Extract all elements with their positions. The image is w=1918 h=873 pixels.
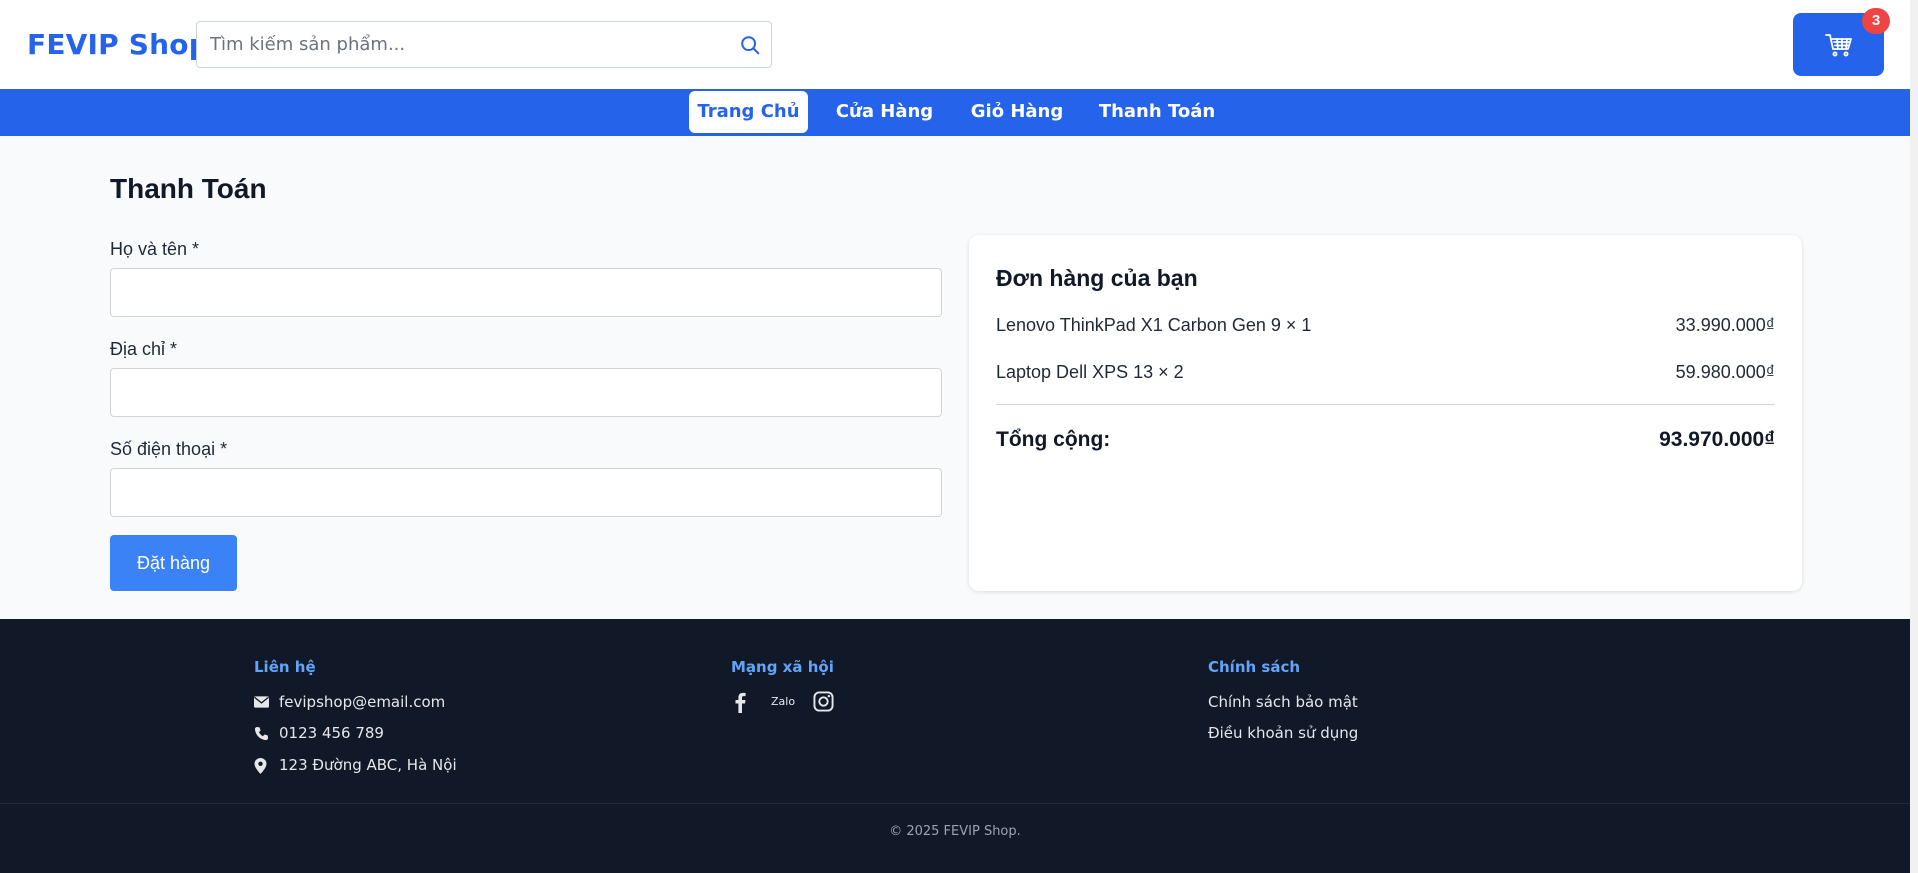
- main-nav: Trang Chủ Cửa Hàng Giỏ Hàng Thanh Toán: [0, 89, 1910, 136]
- search-input[interactable]: [197, 22, 717, 67]
- phone-input[interactable]: [110, 468, 942, 517]
- footer-policy-heading: Chính sách: [1208, 658, 1301, 676]
- order-item-name: Lenovo ThinkPad X1 Carbon Gen 9 × 1: [996, 315, 1312, 335]
- summary-divider: [996, 404, 1775, 405]
- zalo-icon[interactable]: Zalo: [771, 695, 795, 708]
- fullname-label: Họ và tên *: [110, 239, 200, 259]
- instagram-icon[interactable]: [813, 691, 834, 712]
- cart-icon: [1825, 34, 1852, 57]
- site-header: FEVIP Shop 3: [0, 0, 1910, 89]
- place-order-button[interactable]: Đặt hàng: [110, 535, 237, 591]
- nav-item-home[interactable]: Trang Chủ: [689, 91, 808, 133]
- brand-logo[interactable]: FEVIP Shop: [27, 28, 209, 61]
- cart-count-badge: 3: [1862, 8, 1890, 34]
- nav-item-shop[interactable]: Cửa Hàng: [830, 91, 939, 133]
- facebook-icon[interactable]: [734, 691, 746, 713]
- search-icon[interactable]: [739, 34, 761, 56]
- footer-divider: [0, 803, 1910, 804]
- page-scrollbar[interactable]: [1910, 0, 1918, 873]
- address-label: Địa chỉ *: [110, 339, 178, 359]
- fullname-input[interactable]: [110, 268, 942, 317]
- page-title: Thanh Toán: [110, 173, 267, 204]
- order-total-value: 93.970.000₫: [1659, 428, 1775, 451]
- site-footer: Liên hệ fevipshop@email.com 0123 456 789…: [0, 619, 1910, 873]
- footer-contact-heading: Liên hệ: [254, 658, 316, 676]
- map-pin-icon: [254, 758, 267, 774]
- order-summary-title: Đơn hàng của bạn: [996, 265, 1198, 291]
- order-item-price: 33.990.000₫: [1675, 315, 1775, 335]
- order-item-name: Laptop Dell XPS 13 × 2: [996, 362, 1184, 382]
- copyright-text: © 2025 FEVIP Shop.: [889, 824, 1021, 839]
- phone-label: Số điện thoại *: [110, 439, 228, 459]
- order-total-label: Tổng cộng:: [996, 428, 1111, 451]
- envelope-icon: [254, 696, 269, 708]
- phone-icon: [254, 726, 269, 741]
- nav-item-cart[interactable]: Giỏ Hàng: [965, 91, 1069, 133]
- search-bar: [196, 21, 772, 68]
- order-item-price: 59.980.000₫: [1675, 362, 1775, 382]
- order-summary-card: Đơn hàng của bạn Lenovo ThinkPad X1 Carb…: [969, 235, 1802, 591]
- address-input[interactable]: [110, 368, 942, 417]
- footer-social-heading: Mạng xã hội: [731, 658, 834, 676]
- nav-item-checkout[interactable]: Thanh Toán: [1097, 91, 1217, 133]
